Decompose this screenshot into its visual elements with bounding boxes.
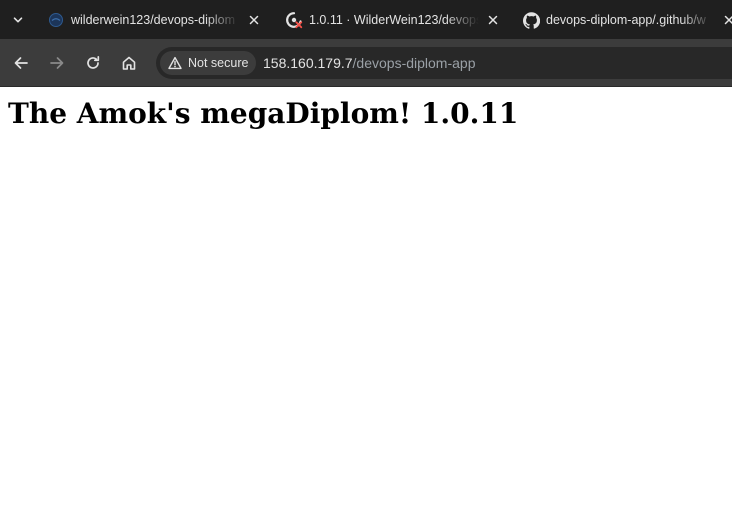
tab-1[interactable]: wilderwein123/devops-diplom (47, 0, 267, 39)
github-icon (522, 11, 540, 29)
reload-button[interactable] (81, 51, 105, 75)
tab-title: devops-diplom-app/.github/w (546, 13, 706, 27)
url-text[interactable]: 158.160.179.7/devops-diplom-app (263, 55, 476, 72)
reload-icon (87, 55, 100, 69)
tab-close-button[interactable] (485, 12, 501, 28)
tab-3[interactable]: devops-diplom-app/.github/w (522, 0, 732, 39)
home-button[interactable] (117, 51, 141, 75)
tab-title: wilderwein123/devops-diplom (71, 13, 235, 27)
address-bar[interactable]: Not secure 158.160.179.7/devops-diplom-a… (156, 47, 732, 79)
github-actions-failed-icon (285, 11, 303, 29)
home-icon (122, 56, 136, 70)
close-icon (724, 15, 732, 25)
tab-2[interactable]: 1.0.11 · WilderWein123/devops (285, 0, 507, 39)
tab-strip: wilderwein123/devops-diplom 1.0.11 · Wil… (0, 0, 732, 39)
tab-title: 1.0.11 · WilderWein123/devops (309, 13, 479, 27)
url-host: 158.160.179.7 (263, 55, 353, 71)
page-viewport: The Amok's megaDiplom! 1.0.11 (0, 88, 732, 529)
tab-close-button[interactable] (246, 12, 262, 28)
tab-page-icon (47, 11, 65, 29)
chevron-down-icon (13, 17, 23, 23)
arrow-right-icon (50, 57, 64, 69)
tab-close-button[interactable] (721, 12, 732, 28)
url-path: /devops-diplom-app (352, 55, 476, 71)
tab-search-button[interactable] (6, 8, 30, 32)
back-button[interactable] (9, 51, 33, 75)
forward-button[interactable] (45, 51, 69, 75)
browser-toolbar: Not secure 158.160.179.7/devops-diplom-a… (0, 39, 732, 87)
site-info-button[interactable]: Not secure (160, 51, 256, 75)
page-heading: The Amok's megaDiplom! 1.0.11 (8, 97, 519, 130)
security-label: Not secure (188, 56, 249, 70)
arrow-left-icon (14, 57, 28, 69)
warning-icon (168, 56, 182, 70)
close-icon (488, 15, 498, 25)
close-icon (249, 15, 259, 25)
